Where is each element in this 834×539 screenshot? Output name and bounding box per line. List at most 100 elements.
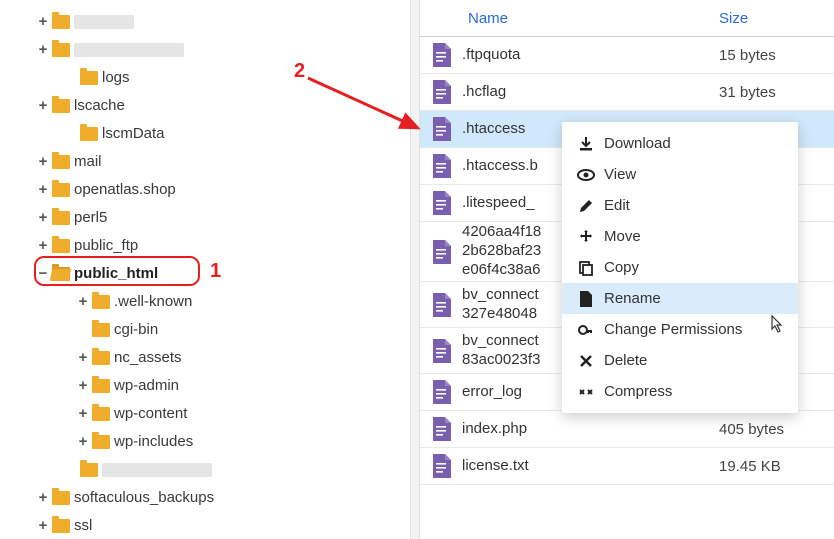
tree-node[interactable]: + ssl: [36, 512, 410, 539]
move-icon: [576, 229, 596, 245]
tree-node[interactable]: +wp-includes: [36, 428, 410, 456]
file-header: Name Size: [420, 0, 834, 37]
file-size: 31 bytes: [719, 84, 834, 101]
edit-icon: [576, 198, 596, 214]
tree-toggle-icon[interactable]: −: [36, 260, 50, 288]
folder-icon: [52, 491, 70, 505]
tree-toggle-icon[interactable]: +: [36, 232, 50, 260]
folder-icon: [52, 155, 70, 169]
tree-node[interactable]: +wp-admin: [36, 372, 410, 400]
tree-toggle-icon[interactable]: +: [36, 92, 50, 120]
tree-label: perl5: [74, 204, 107, 232]
col-name-header[interactable]: Name: [420, 10, 719, 27]
file-icon: [420, 191, 462, 215]
tree-node[interactable]: +: [36, 36, 410, 64]
tree-toggle-icon[interactable]: +: [36, 204, 50, 232]
folder-icon: [52, 211, 70, 225]
tree-toggle-icon[interactable]: +: [76, 288, 90, 316]
tree-label: .well-known: [114, 288, 192, 316]
folder-icon: [92, 379, 110, 393]
file-icon: [420, 454, 462, 478]
delete-icon: [576, 354, 596, 368]
tree-node[interactable]: + mail: [36, 148, 410, 176]
tree-node[interactable]: +: [36, 456, 410, 484]
tree-node[interactable]: + public_ftp: [36, 232, 410, 260]
ctx-item-move[interactable]: Move: [562, 221, 798, 252]
panel-divider[interactable]: [410, 0, 420, 539]
ctx-item-compress[interactable]: Compress: [562, 376, 798, 407]
folder-tree: +++logs+lscache+lscmData+mail+openatlas.…: [0, 0, 410, 539]
tree-label: ssl: [74, 512, 92, 539]
tree-label: wp-content: [114, 400, 187, 428]
tree-node[interactable]: +cgi-bin: [36, 316, 410, 344]
ctx-item-permissions[interactable]: Change Permissions: [562, 314, 798, 345]
tree-toggle-icon[interactable]: +: [76, 428, 90, 456]
file-icon: [420, 293, 462, 317]
tree-node[interactable]: +lscmData: [36, 120, 410, 148]
folder-icon: [92, 351, 110, 365]
tree-node[interactable]: + openatlas.shop: [36, 176, 410, 204]
ctx-label: Rename: [604, 290, 661, 307]
rename-icon: [576, 291, 596, 307]
file-row[interactable]: .ftpquota15 bytes: [420, 37, 834, 74]
folder-icon: [52, 239, 70, 253]
tree-node[interactable]: +: [36, 8, 410, 36]
ctx-label: Copy: [604, 259, 639, 276]
folder-icon: [52, 43, 70, 57]
tree-node[interactable]: −public_html: [36, 260, 410, 288]
ctx-item-download[interactable]: Download: [562, 128, 798, 159]
file-row[interactable]: index.php405 bytes: [420, 411, 834, 448]
file-icon: [420, 380, 462, 404]
file-name: .hcflag: [462, 83, 719, 102]
file-icon: [420, 80, 462, 104]
file-row[interactable]: license.txt19.45 KB: [420, 448, 834, 485]
tree-node[interactable]: + wp-content: [36, 400, 410, 428]
file-icon: [420, 339, 462, 363]
tree-node[interactable]: + .well-known: [36, 288, 410, 316]
compress-icon: [576, 384, 596, 400]
redacted-label: [74, 43, 184, 57]
tree-toggle-icon[interactable]: +: [36, 484, 50, 512]
tree-label: mail: [74, 148, 102, 176]
view-icon: [576, 167, 596, 183]
folder-icon: [92, 435, 110, 449]
folder-icon: [80, 463, 98, 477]
folder-icon: [80, 71, 98, 85]
tree-node[interactable]: +nc_assets: [36, 344, 410, 372]
file-icon: [420, 417, 462, 441]
tree-toggle-icon[interactable]: +: [36, 148, 50, 176]
folder-icon: [92, 295, 110, 309]
col-size-header[interactable]: Size: [719, 10, 834, 27]
ctx-item-delete[interactable]: Delete: [562, 345, 798, 376]
ctx-item-view[interactable]: View: [562, 159, 798, 190]
folder-icon: [92, 407, 110, 421]
file-icon: [420, 154, 462, 178]
tree-node[interactable]: +logs: [36, 64, 410, 92]
tree-toggle-icon[interactable]: +: [36, 512, 50, 539]
ctx-label: Move: [604, 228, 641, 245]
folder-icon: [80, 127, 98, 141]
tree-label: openatlas.shop: [74, 176, 176, 204]
tree-toggle-icon[interactable]: +: [76, 400, 90, 428]
file-icon: [420, 117, 462, 141]
tree-toggle-icon[interactable]: +: [76, 344, 90, 372]
file-size: 405 bytes: [719, 421, 834, 438]
tree-toggle-icon[interactable]: +: [36, 8, 50, 36]
tree-toggle-icon[interactable]: +: [36, 176, 50, 204]
tree-toggle-icon[interactable]: +: [76, 372, 90, 400]
ctx-item-edit[interactable]: Edit: [562, 190, 798, 221]
ctx-item-copy[interactable]: Copy: [562, 252, 798, 283]
file-row[interactable]: .hcflag31 bytes: [420, 74, 834, 111]
tree-node[interactable]: +lscache: [36, 92, 410, 120]
redacted-label: [102, 463, 212, 477]
tree-node[interactable]: +softaculous_backups: [36, 484, 410, 512]
ctx-item-rename[interactable]: Rename: [562, 283, 798, 314]
file-size: 15 bytes: [719, 47, 834, 64]
folder-icon: [52, 519, 70, 533]
file-size: 19.45 KB: [719, 458, 834, 475]
tree-label: public_ftp: [74, 232, 138, 260]
tree-toggle-icon[interactable]: +: [36, 36, 50, 64]
tree-node[interactable]: + perl5: [36, 204, 410, 232]
ctx-label: View: [604, 166, 636, 183]
cursor-icon: [766, 314, 786, 336]
